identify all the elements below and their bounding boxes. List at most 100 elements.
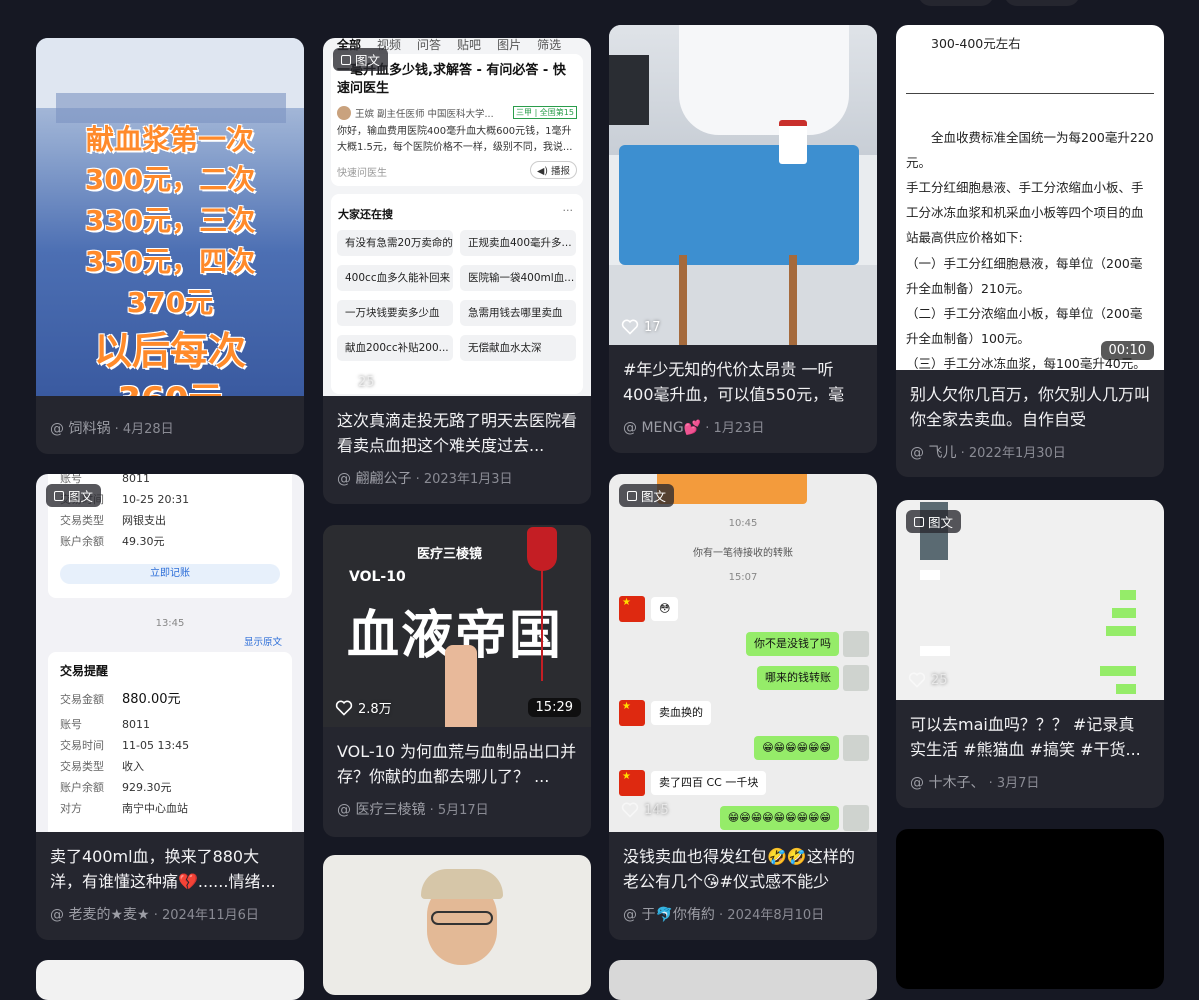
video-thumbnail: 图文 25 bbox=[896, 500, 1164, 700]
video-card-9[interactable] bbox=[323, 855, 591, 995]
author-name[interactable]: @ 飞儿 bbox=[910, 445, 956, 461]
chat-bubble bbox=[920, 646, 950, 656]
episode-label: VOL-10 bbox=[349, 569, 406, 585]
overlay-line-2: 300元，二次 bbox=[84, 163, 256, 196]
more-icon[interactable]: ··· bbox=[563, 204, 574, 217]
video-title[interactable]: 没钱卖血也得发红包🤣🤣这样的老公有几个😘#仪式感不能少 bbox=[623, 844, 863, 894]
avatar bbox=[843, 665, 869, 691]
chat-bubble bbox=[1100, 666, 1136, 676]
glasses bbox=[431, 911, 493, 925]
overlay-line-7: 360元 bbox=[36, 372, 304, 396]
video-card-3[interactable]: 17 #年少无知的代价太昂贵 一听400毫升血，可以值550元，毫不... @ … bbox=[609, 25, 877, 453]
avatar bbox=[619, 596, 645, 622]
record-button[interactable]: 立即记账 bbox=[60, 564, 280, 584]
top-pill-1[interactable] bbox=[918, 0, 994, 6]
video-thumbnail: 全部 视频 问答 贴吧 图片 筛选 一毫升血多少钱,求解答 - 有问必答 - 快… bbox=[323, 38, 591, 396]
search-result: 一毫升血多少钱,求解答 - 有问必答 - 快速问医生 王嫔 副主任医师 中国医科… bbox=[331, 54, 583, 186]
hat bbox=[421, 869, 503, 899]
video-thumbnail: 账号8011 交易时间10-25 20:31 交易类型网银支出 账户余额49.3… bbox=[36, 474, 304, 832]
author-name[interactable]: @ 于🐬你侑約 bbox=[623, 907, 715, 923]
tuwen-badge: 图文 bbox=[46, 484, 102, 507]
chip-8[interactable]: 无偿献血水太深 bbox=[460, 335, 576, 361]
video-title[interactable]: #年少无知的代价太昂贵 一听400毫升血，可以值550元，毫不... bbox=[623, 357, 863, 407]
author-name[interactable]: @ 饲料锅 bbox=[50, 421, 110, 437]
heart-icon bbox=[335, 374, 353, 390]
text-line-2: 全血收费标准全国统一为每200毫升220元。 bbox=[906, 130, 1154, 170]
author-name[interactable]: @ 十木子、 bbox=[910, 775, 984, 791]
message-bubble: 哪来的钱转账 bbox=[757, 666, 839, 690]
video-title[interactable]: 别人欠你几百万，你欠别人几万叫你全家去卖血。自作自受 bbox=[910, 382, 1150, 432]
chip-6[interactable]: 急需用钱去哪里卖血 bbox=[460, 300, 576, 326]
video-card-12[interactable] bbox=[609, 960, 877, 1000]
post-date: · 2022年1月30日 bbox=[960, 446, 1066, 461]
post-date: · 5月17日 bbox=[429, 803, 489, 818]
amount-value: 880.00元 bbox=[122, 692, 181, 707]
heart-icon bbox=[621, 319, 639, 335]
table-leg bbox=[679, 255, 687, 345]
doctor-info: 王嫔 副主任医师 中国医科大学... bbox=[355, 109, 494, 120]
video-card-8[interactable]: 图文 25 可以去mai血吗？？？ #记录真实生活 #熊猫血 #搞笑 #干货..… bbox=[896, 500, 1164, 808]
blood-bag-icon bbox=[527, 527, 557, 571]
result-source: 快速问医生 bbox=[337, 168, 387, 179]
video-card-7[interactable]: 10:45 你有一笔待接收的转账 15:07 😳 你不是没钱了吗 哪来的钱转账 … bbox=[609, 474, 877, 940]
message-bubble: 卖了四百 CC 一千块 bbox=[651, 771, 767, 795]
tab-filter: 筛选 bbox=[537, 38, 562, 52]
video-card-6[interactable]: 医疗三棱镜 VOL-10 血液帝国 2.8万 15:29 VOL-10 为何血荒… bbox=[323, 525, 591, 837]
video-title[interactable]: 卖了400ml血，换来了880大洋，有谁懂这种痛💔......情绪... bbox=[50, 844, 290, 894]
video-title[interactable]: 这次真滴走投无路了明天去医院看看卖点血把这个难关度过去... bbox=[337, 408, 577, 458]
doctor-coat bbox=[679, 25, 849, 135]
table-leg bbox=[789, 255, 797, 345]
doctor-tag: 三甲 | 全国第15 bbox=[513, 106, 577, 119]
post-date: · 3月7日 bbox=[988, 776, 1040, 791]
overlay-line-3: 330元，三次 bbox=[84, 204, 256, 237]
message-bubble: 😁😁😁😁😁😁 bbox=[754, 736, 839, 760]
chat-bubble bbox=[1112, 608, 1136, 618]
show-original-link[interactable]: 显示原文 bbox=[244, 634, 282, 648]
related-title: 大家还在搜 bbox=[338, 208, 393, 221]
message-bubble: 卖血换的 bbox=[651, 701, 711, 725]
tab-images: 图片 bbox=[497, 38, 522, 52]
author-name[interactable]: @ 医疗三棱镜 bbox=[337, 802, 425, 818]
video-thumbnail bbox=[323, 855, 591, 995]
chip-1[interactable]: 有没有急需20万卖命的 bbox=[337, 230, 453, 256]
tab-tieba: 贴吧 bbox=[457, 38, 482, 52]
chip-4[interactable]: 医院输一袋400ml血... bbox=[460, 265, 576, 291]
chat-time-2: 15:07 bbox=[728, 572, 758, 583]
top-pill-2[interactable] bbox=[1004, 0, 1080, 6]
avatar bbox=[843, 805, 869, 831]
tuwen-badge: 图文 bbox=[619, 484, 675, 507]
author-name[interactable]: @ 老麦的★麦★ bbox=[50, 907, 150, 923]
brand-logo: 医疗三棱镜 bbox=[417, 547, 483, 562]
video-card-11[interactable] bbox=[36, 960, 304, 1000]
author-name[interactable]: @ MENG💕 bbox=[623, 420, 701, 436]
chip-2[interactable]: 正规卖血400毫升多... bbox=[460, 230, 576, 256]
avatar bbox=[619, 770, 645, 796]
image-text-icon bbox=[627, 490, 637, 501]
divider bbox=[906, 93, 1154, 94]
text-line-4: （一）手工分红细胞悬液，每单位（200毫升全血制备）210元。 bbox=[906, 256, 1143, 296]
doctor-avatar bbox=[337, 106, 351, 120]
video-title[interactable]: VOL-10 为何血荒与血制品出口并存？你献的血都去哪儿了？ ... bbox=[337, 739, 577, 789]
video-title[interactable]: 可以去mai血吗？？？ #记录真实生活 #熊猫血 #搞笑 #干货... bbox=[910, 712, 1150, 762]
video-card-5[interactable]: 账号8011 交易时间10-25 20:31 交易类型网银支出 账户余额49.3… bbox=[36, 474, 304, 940]
overlay-line-4: 350元，四次 bbox=[84, 245, 256, 278]
video-thumbnail: 医疗三棱镜 VOL-10 血液帝国 2.8万 15:29 bbox=[323, 525, 591, 727]
play-button[interactable]: ◀) 播报 bbox=[529, 161, 577, 179]
alert-title: 交易提醒 bbox=[60, 664, 109, 678]
video-card-4[interactable]: 300-400元左右 全血收费标准全国统一为每200毫升220元。 手工分红细胞… bbox=[896, 25, 1164, 477]
video-card-1[interactable]: 献血浆第一次 300元，二次 330元，三次 350元，四次 370元 以后每次… bbox=[36, 38, 304, 454]
message-bubble: 你不是没钱了吗 bbox=[746, 632, 839, 656]
heart-icon bbox=[621, 802, 639, 818]
chip-5[interactable]: 一万块钱要卖多少血 bbox=[337, 300, 453, 326]
iv-tube bbox=[541, 571, 543, 681]
video-card-2[interactable]: 全部 视频 问答 贴吧 图片 筛选 一毫升血多少钱,求解答 - 有问必答 - 快… bbox=[323, 38, 591, 504]
video-duration: 00:10 bbox=[1100, 341, 1154, 360]
overlay-line-5: 370元 bbox=[126, 286, 214, 319]
chip-3[interactable]: 400cc血多久能补回来 bbox=[337, 265, 453, 291]
video-duration: 15:29 bbox=[527, 698, 581, 717]
chip-7[interactable]: 献血200cc补贴200... bbox=[337, 335, 453, 361]
video-card-10[interactable] bbox=[896, 829, 1164, 989]
post-date: · 2023年1月3日 bbox=[415, 472, 513, 487]
chat-bubble bbox=[920, 570, 940, 580]
author-name[interactable]: @ 翩翩公子 bbox=[337, 471, 411, 487]
